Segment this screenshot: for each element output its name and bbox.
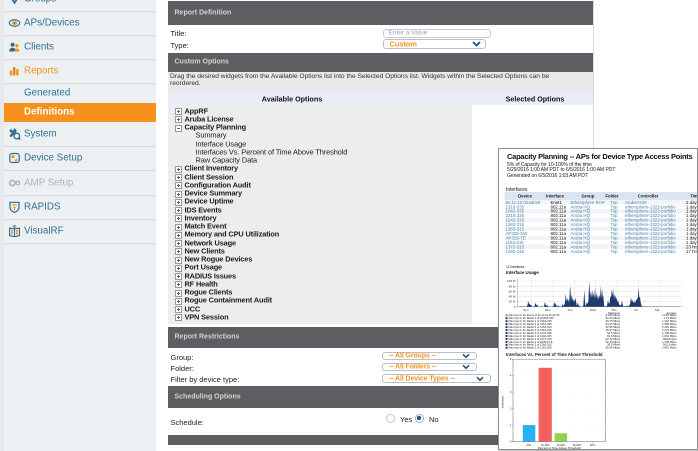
svg-text:0: 0 — [514, 305, 516, 309]
svg-text:Tue: Tue — [567, 308, 572, 312]
svg-text:60 M: 60 M — [509, 289, 516, 293]
svg-text:Sun: Sun — [523, 308, 529, 312]
svg-text:Mon: Mon — [545, 308, 551, 312]
svg-text:Folder: Folder — [605, 194, 618, 199]
svg-text:80 M: 80 M — [509, 284, 516, 288]
svg-text:Sat: Sat — [655, 308, 660, 312]
svg-text:3: 3 — [510, 390, 512, 394]
svg-text:Fri: Fri — [634, 308, 638, 312]
svg-text:2.852 Mbps: 2.852 Mbps — [662, 346, 677, 350]
svg-text:Max bps In for Radio 2 of 1153: Max bps In for Radio 2 of 1153-335 — [509, 346, 552, 350]
svg-text:802.11a: 802.11a — [551, 249, 567, 254]
svg-text:Top: Top — [611, 249, 619, 254]
svg-text:90%: 90% — [590, 444, 596, 447]
svg-text:20 M: 20 M — [509, 300, 516, 304]
svg-text:Group: Group — [582, 194, 595, 199]
svg-text:2: 2 — [510, 407, 512, 411]
svg-text:Wed: Wed — [590, 308, 597, 312]
svg-text:Controller: Controller — [638, 194, 659, 199]
svg-text:5: 5 — [510, 357, 512, 361]
svg-text:Percent of Time Above Threshol: Percent of Time Above Threshold — [538, 446, 581, 449]
svg-text:17 hrs 30: 17 hrs 30 — [686, 249, 697, 254]
svg-text:Interface: Interface — [546, 194, 565, 199]
svg-text:ethersphere-1322-porfidio: ethersphere-1322-porfidio — [625, 249, 676, 254]
svg-text:100 M: 100 M — [507, 279, 516, 283]
svg-text:4: 4 — [510, 374, 512, 378]
svg-text:1: 1 — [510, 423, 512, 427]
svg-text:Time: Time — [690, 194, 697, 199]
svg-text:40 M: 40 M — [509, 295, 516, 299]
svg-text:10%: 10% — [526, 444, 532, 447]
svg-text:Device: Device — [518, 194, 532, 199]
svg-text:Aruba HQ: Aruba HQ — [571, 249, 591, 254]
svg-text:Interfaces: Interfaces — [501, 395, 505, 408]
svg-text:0: 0 — [510, 440, 512, 444]
svg-text:1260-315: 1260-315 — [506, 249, 525, 254]
svg-text:85.96 Mbps: 85.96 Mbps — [606, 346, 621, 350]
